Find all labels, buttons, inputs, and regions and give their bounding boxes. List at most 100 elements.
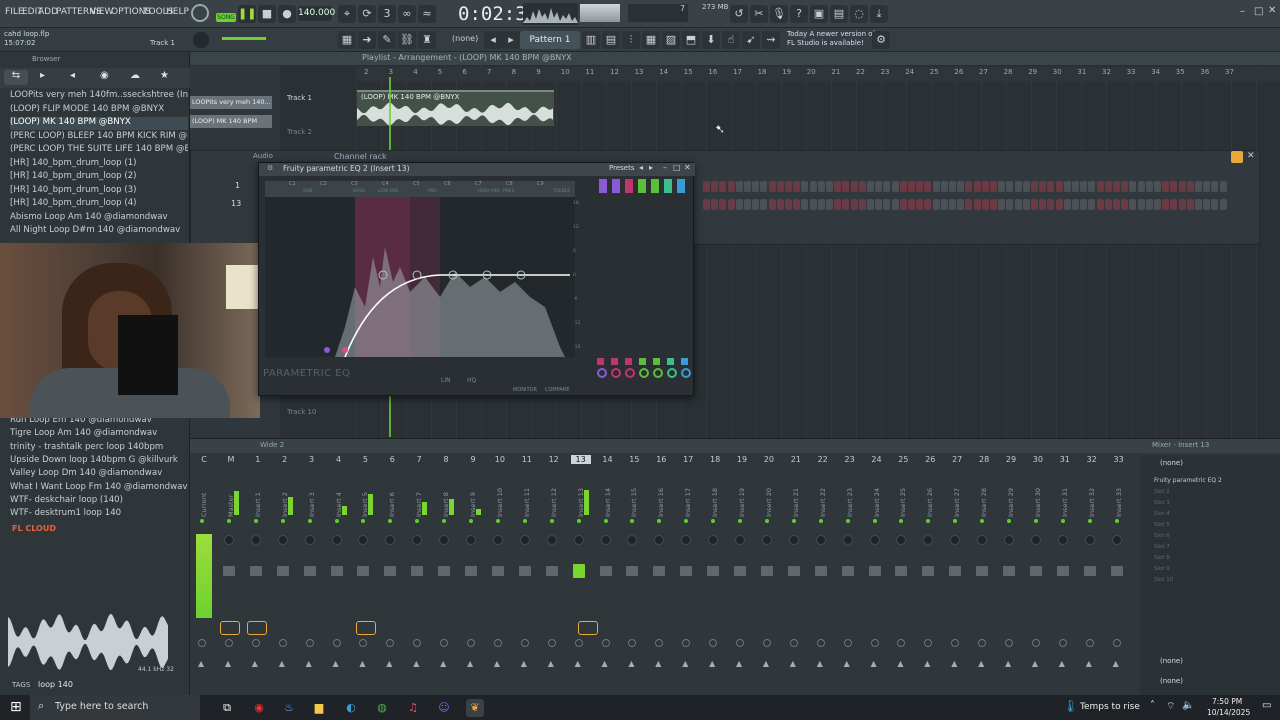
windows-start-icon[interactable]: ⊞ — [10, 699, 26, 715]
track-enable-led[interactable] — [226, 519, 231, 523]
step-button[interactable] — [801, 181, 809, 192]
track-enable-led[interactable] — [630, 519, 635, 523]
stop-button[interactable]: ■ — [258, 5, 276, 23]
channel-13-number[interactable]: 13 — [231, 199, 241, 208]
step-button[interactable] — [1113, 181, 1120, 192]
step-button[interactable] — [711, 181, 719, 192]
step-button[interactable] — [744, 181, 751, 192]
pan-knob[interactable] — [358, 535, 369, 545]
step-button[interactable] — [899, 199, 907, 210]
insert-output-select-2[interactable]: (none) — [1160, 677, 1183, 685]
mixer-track-label[interactable]: Insert 20 — [765, 483, 773, 517]
mixer-track-number[interactable]: 24 — [867, 455, 887, 464]
browser-item[interactable]: (LOOP) FLIP MODE 140 BPM @BNYX — [10, 104, 188, 117]
mixer-track-number[interactable]: 29 — [1001, 455, 1021, 464]
step-button[interactable] — [1137, 199, 1145, 210]
pan-knob[interactable] — [1084, 535, 1095, 545]
step-button[interactable] — [940, 181, 948, 192]
step-button[interactable] — [1022, 199, 1030, 210]
mixer-track-label[interactable]: Insert 12 — [550, 483, 558, 517]
step-button[interactable] — [817, 199, 825, 210]
globe-icon[interactable]: ◉ — [100, 70, 109, 81]
step-button[interactable] — [899, 181, 907, 192]
step-button[interactable] — [826, 181, 833, 192]
eq-lin-toggle[interactable]: LIN — [441, 377, 451, 384]
close-icon[interactable]: ✕ — [1268, 5, 1276, 16]
send-knob[interactable] — [547, 639, 556, 647]
chrome-icon[interactable]: ◍ — [373, 699, 391, 717]
step-button[interactable] — [940, 199, 948, 210]
track-1-label[interactable]: Track 1 — [287, 94, 312, 102]
step-button[interactable] — [1186, 199, 1194, 210]
timeline-ruler[interactable]: 2 3 4 5 6 7 8 9 10 11 12 13 14 15 16 17 18 19 20 21 22 23 24 25… — [356, 67, 1280, 81]
step-button[interactable] — [1055, 181, 1063, 192]
pan-knob[interactable] — [546, 535, 557, 545]
send-knob[interactable] — [924, 639, 933, 647]
step-button[interactable] — [924, 181, 932, 192]
step-button[interactable] — [1137, 181, 1145, 192]
mixer-track-number[interactable]: 3 — [302, 455, 322, 464]
mixer-track-number[interactable]: 17 — [678, 455, 698, 464]
step-button[interactable] — [1121, 199, 1129, 210]
step-button[interactable] — [1170, 199, 1178, 210]
pan-knob[interactable] — [1030, 535, 1041, 545]
step-button[interactable] — [1195, 181, 1202, 192]
send-knob[interactable] — [897, 639, 906, 647]
pan-knob[interactable] — [708, 535, 719, 545]
channel-rack-icon[interactable]: ▤ — [602, 31, 620, 49]
chat-icon[interactable]: ◌ — [850, 5, 868, 23]
step-button[interactable] — [1088, 199, 1096, 210]
route-highlight[interactable] — [356, 621, 376, 635]
mixer-track-label[interactable]: Insert 25 — [899, 483, 907, 517]
mixer-track-label[interactable]: Insert 6 — [388, 483, 396, 517]
pan-knob[interactable] — [223, 535, 234, 545]
step-button[interactable] — [891, 199, 899, 210]
browser-item[interactable]: Valley Loop Dm 140 @diamondwav — [10, 468, 188, 481]
pan-knob[interactable] — [277, 535, 288, 545]
step-button[interactable] — [858, 181, 866, 192]
mixer-track-label[interactable]: Insert 14 — [604, 483, 612, 517]
step-button[interactable] — [1129, 199, 1137, 210]
send-knob[interactable] — [198, 639, 206, 647]
step-button[interactable] — [801, 199, 809, 210]
fx-slot-1[interactable]: Fruity parametric EQ 2 — [1154, 477, 1222, 484]
step-button[interactable] — [949, 181, 956, 192]
step-button[interactable] — [1162, 199, 1170, 210]
mixer-track-label[interactable]: Insert 11 — [523, 483, 531, 517]
volume-fader[interactable] — [438, 566, 451, 576]
mixer-track-number[interactable]: M — [221, 455, 241, 464]
step-button[interactable] — [1104, 199, 1112, 210]
step-button[interactable] — [793, 199, 801, 210]
step-button[interactable] — [768, 199, 776, 210]
pan-knob[interactable] — [923, 535, 934, 545]
mixer-track-label[interactable]: Insert 31 — [1061, 483, 1069, 517]
track-enable-led[interactable] — [280, 519, 285, 523]
send-knob[interactable] — [655, 639, 664, 647]
channel-rack-close-icon[interactable]: ✕ — [1247, 151, 1255, 161]
pan-knob[interactable] — [412, 535, 423, 545]
send-knob[interactable] — [762, 639, 771, 647]
send-knob[interactable] — [305, 639, 314, 647]
send-knob[interactable] — [440, 639, 449, 647]
plugin-icon[interactable]: ⬒ — [682, 31, 700, 49]
volume-fader[interactable] — [653, 566, 666, 576]
picker-clip-1[interactable]: LOOPits very meh 140... — [190, 96, 272, 109]
fx-slot[interactable]: Slot 5 — [1154, 522, 1170, 528]
step-button[interactable] — [760, 199, 768, 210]
send-knob[interactable] — [1112, 639, 1121, 647]
step-button[interactable] — [1063, 181, 1071, 192]
step-button[interactable] — [1113, 199, 1120, 210]
step-button[interactable] — [1170, 181, 1178, 192]
send-knob[interactable] — [601, 639, 610, 647]
step-button[interactable] — [965, 181, 973, 192]
mixer-track-number[interactable]: 28 — [974, 455, 994, 464]
track-enable-led[interactable] — [469, 519, 473, 523]
pan-knob[interactable] — [1111, 535, 1122, 545]
mixer-track-number[interactable]: 31 — [1055, 455, 1075, 464]
menu-file[interactable]: FILE — [5, 7, 24, 17]
mixer-track-number[interactable]: 11 — [517, 455, 537, 464]
step-button[interactable] — [1047, 181, 1055, 192]
track-enable-led[interactable] — [388, 519, 393, 523]
step-button[interactable] — [1063, 199, 1071, 210]
volume-fader[interactable] — [626, 566, 639, 576]
